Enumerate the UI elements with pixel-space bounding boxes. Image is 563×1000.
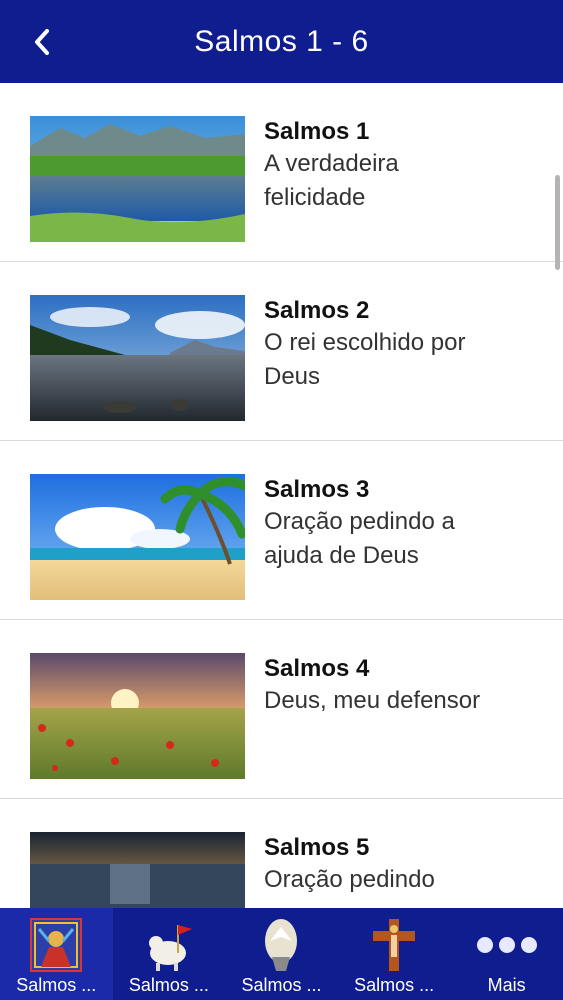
tab-more[interactable]: Mais xyxy=(450,908,563,1000)
list-item[interactable]: Salmos 1 A verdadeira felicidade xyxy=(0,83,563,262)
tab-label: Salmos ... xyxy=(241,975,322,995)
scrollbar[interactable] xyxy=(555,175,560,270)
list-item[interactable]: Salmos 4 Deus, meu defensor xyxy=(0,620,563,799)
item-title: Salmos 1 xyxy=(264,118,370,145)
tab-salmos-3[interactable]: Salmos ... xyxy=(225,908,338,1000)
item-title: Salmos 5 xyxy=(264,834,370,861)
crucifix-icon xyxy=(364,916,424,974)
tab-salmos-1[interactable]: Salmos ... xyxy=(0,908,113,1000)
stained-glass-icon xyxy=(26,916,86,974)
back-button[interactable] xyxy=(24,22,60,62)
item-title: Salmos 2 xyxy=(264,297,370,324)
item-subtitle: A verdadeira xyxy=(264,150,399,177)
item-subtitle: Oração pedindo xyxy=(264,866,435,893)
item-subtitle: O rei escolhido por xyxy=(264,329,466,356)
tab-label: Mais xyxy=(487,975,526,995)
tab-salmos-4[interactable]: Salmos ... xyxy=(338,908,451,1000)
more-dots-icon xyxy=(476,916,537,974)
nav-bar: Salmos 1 - 6 xyxy=(0,0,563,83)
chevron-left-icon xyxy=(35,29,49,55)
lamb-banner-icon xyxy=(139,916,199,974)
sea-sunset-image xyxy=(30,832,245,908)
item-subtitle: Deus xyxy=(264,363,321,390)
item-subtitle: Oração pedindo a xyxy=(264,508,455,535)
tropical-beach-image xyxy=(30,474,245,600)
tab-label: Salmos ... xyxy=(128,975,209,995)
item-subtitle: Deus, meu defensor xyxy=(264,687,481,714)
sunset-field-image xyxy=(30,653,245,779)
list-item[interactable]: Salmos 2 O rei escolhido por Deus xyxy=(0,262,563,441)
tab-label: Salmos ... xyxy=(354,975,435,995)
item-subtitle: ajuda de Deus xyxy=(264,542,419,569)
psalm-list[interactable]: Salmos 1 A verdadeira felicidade Salmos … xyxy=(0,83,563,908)
page-title: Salmos 1 - 6 xyxy=(194,24,369,58)
lake-mountain-image xyxy=(30,116,245,242)
item-title: Salmos 4 xyxy=(264,655,370,682)
mountain-lake-image xyxy=(30,295,245,421)
item-subtitle: felicidade xyxy=(264,184,366,211)
tab-salmos-2[interactable]: Salmos ... xyxy=(113,908,226,1000)
dove-holy-spirit-icon xyxy=(251,916,311,974)
list-item[interactable]: Salmos 3 Oração pedindo a ajuda de Deus xyxy=(0,441,563,620)
tab-label: Salmos ... xyxy=(16,975,97,995)
list-item[interactable]: Salmos 5 Oração pedindo xyxy=(0,799,563,908)
item-title: Salmos 3 xyxy=(264,476,370,503)
tab-bar: Salmos ... Salmos ... Salmos ... Salmos … xyxy=(0,908,563,1000)
